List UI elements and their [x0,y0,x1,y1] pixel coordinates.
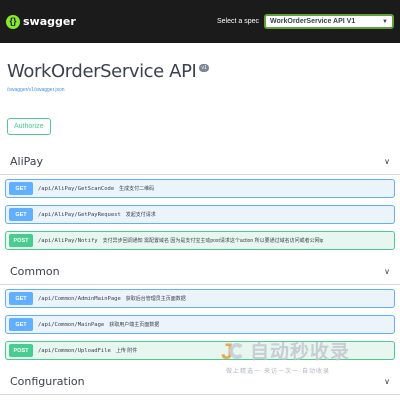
operation-summary: 支付异步回调通知 需配置域名 因为是支付宝主动post请求这个action 所以… [102,238,324,244]
chevron-down-icon[interactable]: ∨ [384,377,390,386]
operation-summary: 获取后台管理员主页面数据 [125,296,186,302]
page-title: WorkOrderService API [7,61,197,82]
operation-path: /api/Common/MainPage [38,321,105,328]
spec-label: Select a spec [216,18,259,25]
swagger-logo[interactable]: {} swagger [6,14,76,29]
watermark-text: 自动秒收录 [250,342,351,363]
watermark-subtext: 做上精选一·来访一次一·自动收录 [226,369,330,375]
watermark-logo-icon: J [218,339,246,363]
operation-path: /api/AliPay/GetScanCode [38,185,115,192]
api-info: WorkOrderService API v1 /swagger/v1/swag… [0,43,400,93]
operation-summary: 获取用户端主页面数据 [109,322,160,328]
tag-name: Configuration [10,375,85,388]
spec-select[interactable]: WorkOrderService API V1 ▼ [264,14,394,29]
method-badge: POST [9,344,33,357]
swagger-logo-icon: {} [6,14,20,29]
spec-url-link[interactable]: /swagger/v1/swagger.json [7,87,393,93]
operation-summary: 上传 附件 [115,348,138,354]
method-badge: GET [9,292,33,305]
operation-row[interactable]: GET/api/Common/MainPage 获取用户端主页面数据 [5,315,395,334]
operation-path: /api/Common/UploadFile [38,347,111,354]
operation-row[interactable]: GET/api/AliPay/GetScanCode 生成支付二维码 [5,179,395,198]
auth-wrapper: Authorize [0,115,400,135]
tag-name: Common [10,265,60,278]
operation-summary: 发起支付请求 [125,212,156,218]
tag-name: AliPay [10,155,44,168]
operation-row[interactable]: POST/api/AliPay/Notify 支付异步回调通知 需配置域名 因为是… [5,231,395,250]
operation-row[interactable]: GET/api/AliPay/GetPayRequest 发起支付请求 [5,205,395,224]
topbar: {} swagger Select a spec WorkOrderServic… [0,0,400,43]
spec-select-value: WorkOrderService API V1 [270,18,356,25]
method-badge: POST [9,234,33,247]
chevron-down-icon[interactable]: ∨ [384,157,390,166]
version-badge: v1 [199,64,209,72]
operation-row[interactable]: GET/api/Common/AdminMainPage 获取后台管理员主页面数据 [5,289,395,308]
operations-group: GET/api/AliPay/GetScanCode 生成支付二维码 GET/api… [0,175,400,259]
tag-section-alipay[interactable]: AliPay ∨ [0,149,400,175]
authorize-button[interactable]: Authorize [7,118,51,135]
tag-section-common[interactable]: Common ∨ [0,259,400,285]
method-badge: GET [9,208,33,221]
method-badge: GET [9,318,33,331]
method-badge: GET [9,182,33,195]
operation-path: /api/Common/AdminMainPage [38,295,121,302]
chevron-down-icon: ▼ [382,18,388,25]
watermark: J 自动秒收录 做上精选一·来访一次一·自动收录 [218,337,378,375]
operation-path: /api/AliPay/Notify [38,237,98,244]
swagger-logo-text: swagger [23,15,76,28]
chevron-down-icon[interactable]: ∨ [384,267,390,276]
operation-path: /api/AliPay/GetPayRequest [38,211,121,218]
spec-selector: Select a spec WorkOrderService API V1 ▼ [217,14,394,29]
operation-summary: 生成支付二维码 [119,186,155,192]
